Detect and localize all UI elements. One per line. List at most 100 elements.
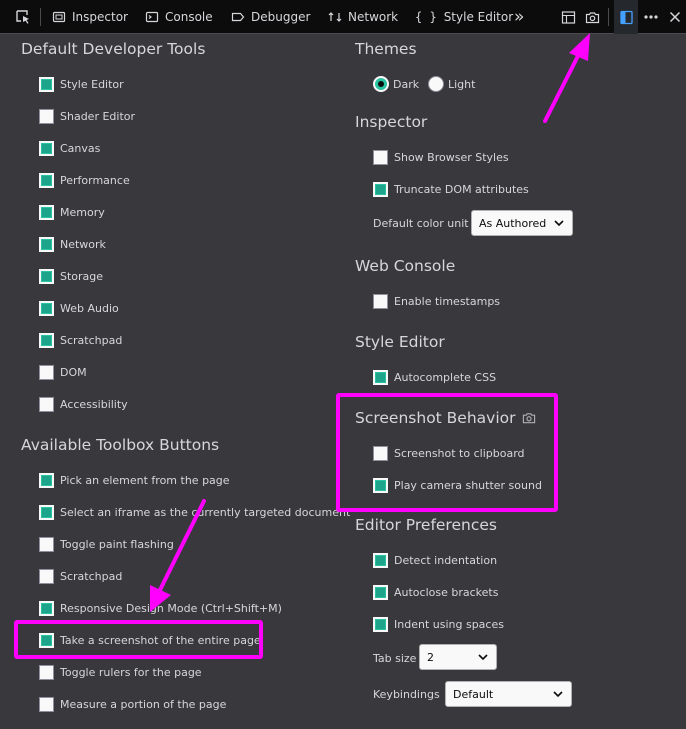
toolbox-button-option[interactable]: Pick an element from the page bbox=[39, 470, 230, 490]
checkbox[interactable] bbox=[39, 364, 54, 380]
checkbox[interactable] bbox=[39, 236, 54, 252]
checkbox[interactable] bbox=[39, 696, 54, 712]
default-tool-option[interactable]: Accessibility bbox=[39, 394, 128, 414]
chevron-down-icon bbox=[553, 691, 563, 698]
checkbox[interactable] bbox=[39, 504, 54, 520]
devtools-toolbar: Inspector Console Debugger Network { } S… bbox=[0, 0, 686, 34]
checkbox[interactable] bbox=[39, 600, 54, 616]
tab-label: Inspector bbox=[72, 10, 128, 24]
checkbox[interactable] bbox=[39, 140, 54, 156]
option-label: Autoclose brackets bbox=[394, 585, 499, 599]
tab-label: Debugger bbox=[251, 10, 311, 24]
checkbox[interactable] bbox=[39, 172, 54, 188]
tab-label: Style Editor bbox=[443, 10, 514, 24]
toolbox-button-option[interactable]: Measure a portion of the page bbox=[39, 694, 226, 714]
show-browser-styles-option[interactable]: Show Browser Styles bbox=[373, 147, 509, 167]
checkbox[interactable] bbox=[373, 552, 388, 568]
network-icon bbox=[328, 12, 342, 22]
option-label: Web Audio bbox=[60, 301, 119, 315]
tabs-overflow-button[interactable]: » bbox=[514, 0, 524, 34]
toolbar-separator bbox=[608, 8, 609, 26]
overflow-label: » bbox=[514, 7, 525, 27]
screenshot-behavior-highlight bbox=[336, 393, 558, 512]
toolbox-button-option[interactable]: Scratchpad bbox=[39, 566, 122, 586]
inspector-heading: Inspector bbox=[355, 113, 428, 131]
theme-light-radio[interactable]: Light bbox=[428, 74, 475, 94]
screenshot-button-highlight bbox=[14, 620, 263, 659]
default-tool-option[interactable]: Performance bbox=[39, 170, 130, 190]
radio-control[interactable] bbox=[428, 76, 444, 92]
tab-size-label: Tab size bbox=[373, 651, 417, 665]
detect-indentation-option[interactable]: Detect indentation bbox=[373, 550, 497, 570]
checkbox[interactable] bbox=[373, 616, 388, 632]
dock-side-button[interactable] bbox=[614, 0, 638, 34]
style-editor-heading: Style Editor bbox=[355, 333, 445, 351]
default-tool-option[interactable]: Web Audio bbox=[39, 298, 119, 318]
default-tool-option[interactable]: Canvas bbox=[39, 138, 100, 158]
element-picker-button[interactable] bbox=[8, 0, 38, 34]
default-tool-option[interactable]: Memory bbox=[39, 202, 105, 222]
color-unit-select[interactable]: As Authored bbox=[471, 210, 573, 236]
tab-inspector[interactable]: Inspector bbox=[52, 0, 128, 34]
color-unit-label: Default color unit bbox=[373, 216, 469, 230]
checkbox[interactable] bbox=[39, 76, 54, 92]
checkbox[interactable] bbox=[39, 332, 54, 348]
checkbox[interactable] bbox=[373, 293, 388, 309]
option-label: Style Editor bbox=[60, 77, 124, 91]
inspector-icon bbox=[52, 11, 66, 23]
option-label: Shader Editor bbox=[60, 109, 136, 123]
checkbox[interactable] bbox=[373, 149, 388, 165]
arrow-to-camera-icon bbox=[543, 33, 590, 123]
toolbox-button-option[interactable]: Toggle rulers for the page bbox=[39, 662, 202, 682]
tab-size-select[interactable]: 2 bbox=[419, 644, 497, 670]
close-button[interactable] bbox=[666, 0, 684, 34]
enable-timestamps-option[interactable]: Enable timestamps bbox=[373, 291, 500, 311]
checkbox[interactable] bbox=[373, 584, 388, 600]
checkbox[interactable] bbox=[39, 664, 54, 680]
more-options-button[interactable] bbox=[642, 0, 660, 34]
option-label: Canvas bbox=[60, 141, 101, 155]
checkbox[interactable] bbox=[39, 300, 54, 316]
checkbox[interactable] bbox=[39, 472, 54, 488]
frames-button[interactable] bbox=[558, 0, 578, 34]
tab-network[interactable]: Network bbox=[328, 0, 398, 34]
indent-spaces-option[interactable]: Indent using spaces bbox=[373, 614, 504, 634]
toolbox-button-option[interactable]: Responsive Design Mode (Ctrl+Shift+M) bbox=[39, 598, 282, 618]
default-tool-option[interactable]: Scratchpad bbox=[39, 330, 122, 350]
tab-label: Network bbox=[348, 10, 399, 24]
screenshot-button[interactable] bbox=[582, 0, 602, 34]
checkbox[interactable] bbox=[39, 536, 54, 552]
checkbox[interactable] bbox=[39, 568, 54, 584]
select-value: As Authored bbox=[479, 216, 547, 230]
checkbox[interactable] bbox=[373, 181, 388, 197]
truncate-dom-option[interactable]: Truncate DOM attributes bbox=[373, 179, 529, 199]
autocomplete-css-option[interactable]: Autocomplete CSS bbox=[373, 367, 496, 387]
dock-icon bbox=[619, 10, 633, 24]
debugger-icon bbox=[231, 12, 245, 22]
editor-preferences-heading: Editor Preferences bbox=[355, 516, 497, 534]
toolbox-button-option[interactable]: Select an iframe as the currently target… bbox=[39, 502, 350, 522]
console-icon bbox=[145, 11, 159, 23]
checkbox[interactable] bbox=[39, 108, 54, 124]
keybindings-select[interactable]: Default bbox=[445, 681, 572, 707]
option-label: Memory bbox=[60, 205, 105, 219]
tab-style-editor[interactable]: { } Style Editor bbox=[415, 0, 513, 34]
default-tool-option[interactable]: Network bbox=[39, 234, 106, 254]
default-tool-option[interactable]: Storage bbox=[39, 266, 103, 286]
checkbox[interactable] bbox=[39, 268, 54, 284]
checkbox[interactable] bbox=[373, 369, 388, 385]
default-tool-option[interactable]: DOM bbox=[39, 362, 87, 382]
checkbox[interactable] bbox=[39, 396, 54, 412]
option-label: Performance bbox=[60, 173, 130, 187]
option-label: Enable timestamps bbox=[394, 294, 501, 308]
radio-control[interactable] bbox=[373, 76, 389, 92]
tab-debugger[interactable]: Debugger bbox=[231, 0, 310, 34]
theme-light-label: Light bbox=[448, 77, 476, 91]
toolbox-button-option[interactable]: Toggle paint flashing bbox=[39, 534, 174, 554]
default-tool-option[interactable]: Shader Editor bbox=[39, 106, 135, 126]
autoclose-brackets-option[interactable]: Autoclose brackets bbox=[373, 582, 498, 602]
tab-console[interactable]: Console bbox=[145, 0, 213, 34]
default-tool-option[interactable]: Style Editor bbox=[39, 74, 124, 94]
checkbox[interactable] bbox=[39, 204, 54, 220]
theme-dark-radio[interactable]: Dark bbox=[373, 74, 419, 94]
